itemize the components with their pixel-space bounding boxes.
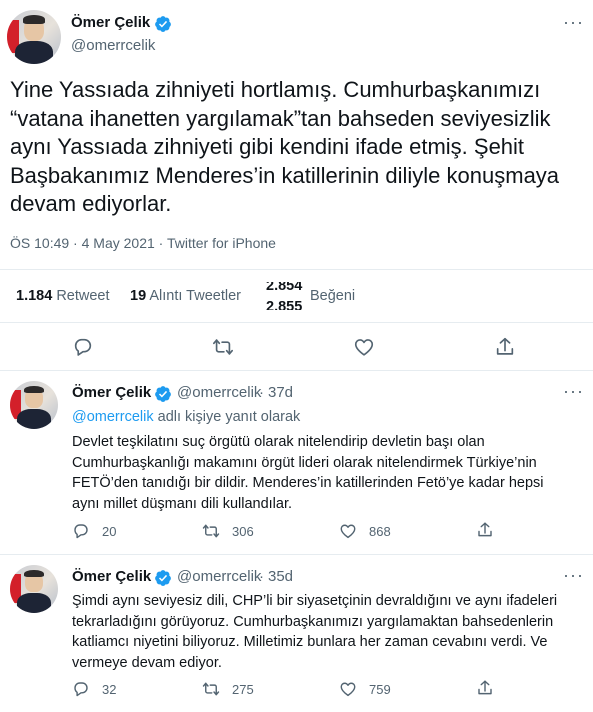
share-icon[interactable] [476,679,494,697]
author-handle[interactable]: @omerrcelik [177,568,261,585]
tweet-date[interactable]: 4 May 2021 [82,235,155,251]
verified-badge-icon [155,16,171,32]
retweets-count: 1.184 [16,288,53,304]
divider [0,370,593,371]
divider [0,322,593,323]
tweet-time-ago[interactable]: 35d [268,568,293,585]
separator: · [158,235,164,251]
more-icon[interactable]: ··· [563,565,584,586]
author-name[interactable]: Ömer Çelik [71,14,150,31]
tweet-meta: ÖS 10:49 · 4 May 2021 · Twitter for iPho… [10,235,276,251]
avatar[interactable] [10,381,58,429]
retweet-icon[interactable] [202,522,220,540]
author-name[interactable]: Ömer Çelik [72,384,151,401]
more-icon[interactable]: ··· [563,12,584,33]
avatar[interactable] [10,565,58,613]
reply-count: 32 [102,682,117,697]
verified-badge-icon [155,570,171,586]
replying-to: @omerrcelik adlı kişiye yanıt olarak [72,409,300,425]
more-icon[interactable]: ··· [563,381,584,402]
author-name[interactable]: Ömer Çelik [72,568,151,585]
tweet-text: Devlet teşkilatını suç örgütü olarak nit… [72,434,544,512]
divider [0,269,593,270]
avatar[interactable] [7,10,61,64]
separator: · [73,235,78,251]
tweet-source[interactable]: Twitter for iPhone [167,235,276,251]
separator: · [259,568,264,585]
author-handle[interactable]: @omerrcelik [71,37,155,54]
like-icon[interactable] [339,522,357,540]
quotes-label: Alıntı Tweetler [149,288,241,304]
tweet-text: Şimdi aynı seviyesiz dili, CHP’li bir si… [72,593,558,671]
retweet-count: 306 [232,524,254,539]
separator: · [259,384,264,401]
quotes-stat[interactable]: 19 Alıntı Tweetler [130,288,241,304]
tweet-text: Yine Yassıada zihniyeti hortlamış. Cumhu… [10,77,560,216]
like-count: 868 [369,524,391,539]
share-icon[interactable] [494,336,516,358]
share-icon[interactable] [476,521,494,539]
likes-count-next: 2.855 [266,299,303,310]
mention-link[interactable]: @omerrcelik [72,409,154,425]
retweets-label: Retweet [56,288,110,304]
like-count: 759 [369,682,391,697]
reply-icon[interactable] [72,336,94,358]
likes-label[interactable]: Beğeni [310,288,355,304]
reply-icon[interactable] [72,522,90,540]
quotes-count: 19 [130,288,147,304]
replying-label: adlı kişiye yanıt olarak [157,409,301,425]
retweets-stat[interactable]: 1.184 Retweet [16,288,110,304]
tweet-time[interactable]: ÖS 10:49 [10,235,69,251]
divider [0,554,593,555]
retweet-count: 275 [232,682,254,697]
verified-badge-icon [155,386,171,402]
like-icon[interactable] [339,680,357,698]
retweet-icon[interactable] [212,336,234,358]
likes-count: 2.854 [266,282,303,294]
reply-icon[interactable] [72,680,90,698]
reply-count: 20 [102,524,117,539]
tweet-time-ago[interactable]: 37d [268,384,293,401]
author-handle[interactable]: @omerrcelik [177,384,261,401]
like-icon[interactable] [353,336,375,358]
tweet-stats: 1.184 Retweet 19 Alıntı Tweetler 2.854 2… [16,282,576,310]
retweet-icon[interactable] [202,680,220,698]
